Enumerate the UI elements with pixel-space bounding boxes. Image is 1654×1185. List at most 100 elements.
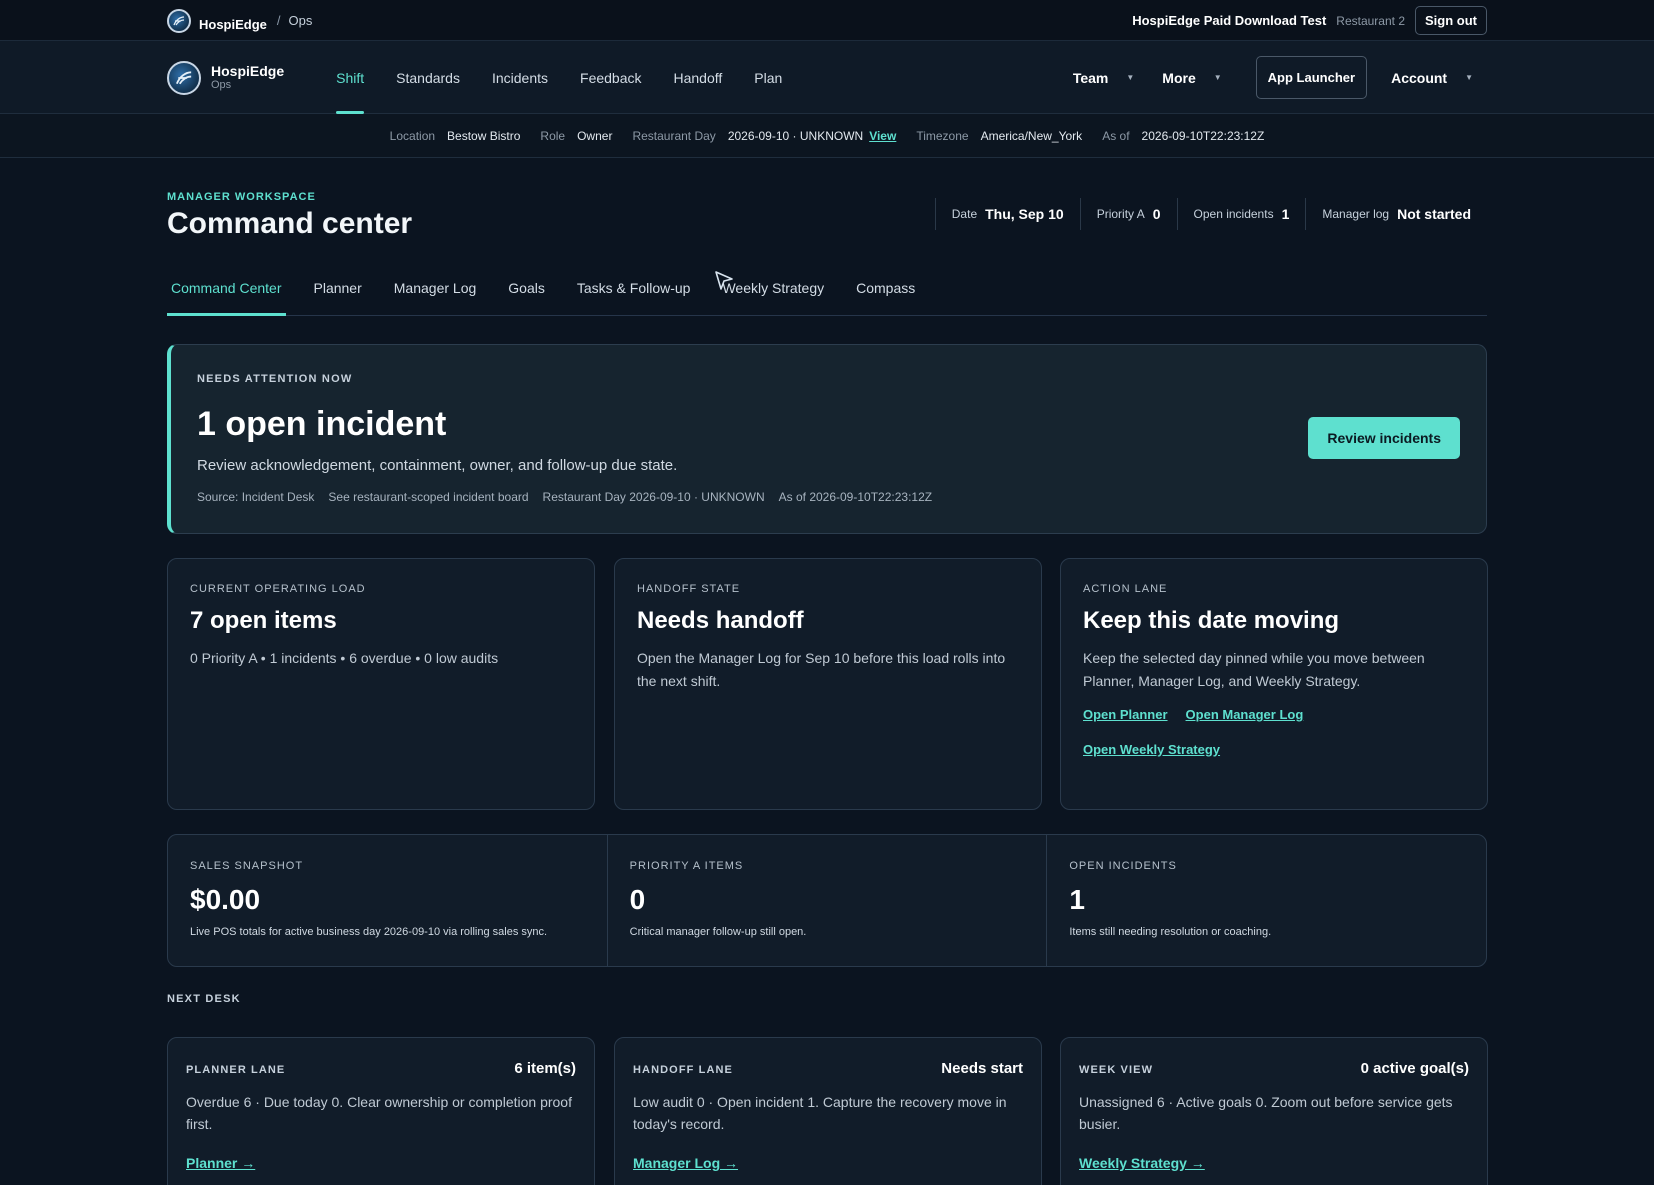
alert-meta: Source: Incident Desk See restaurant-sco… bbox=[197, 490, 932, 504]
priority-a-metric: PRIORITY A ITEMS 0 Critical manager foll… bbox=[608, 835, 1048, 966]
stat-incidents-value: 1 bbox=[1281, 206, 1290, 222]
operating-load-card: CURRENT OPERATING LOAD 7 open items 0 Pr… bbox=[167, 558, 595, 810]
load-title: 7 open items bbox=[190, 607, 337, 634]
handoff-lane-badge: Needs start bbox=[941, 1060, 1023, 1077]
alert-description: Review acknowledgement, containment, own… bbox=[197, 457, 678, 474]
chevron-down-icon: ▼ bbox=[1126, 73, 1135, 82]
open-weekly-strategy-link[interactable]: Open Weekly Strategy bbox=[1083, 742, 1220, 757]
restaurant-name: Restaurant 2 bbox=[1336, 13, 1405, 28]
brand-mini[interactable]: HospiEdge bbox=[167, 8, 267, 33]
context-day-value: 2026-09-10 · UNKNOWN bbox=[727, 128, 864, 143]
breadcrumb-ops[interactable]: Ops bbox=[289, 13, 313, 28]
nav-link-standards[interactable]: Standards bbox=[380, 41, 476, 114]
nav-link-incidents[interactable]: Incidents bbox=[476, 41, 564, 114]
chevron-down-icon: ▼ bbox=[1213, 73, 1222, 82]
context-location-label: Location bbox=[389, 128, 436, 143]
nav-link-handoff[interactable]: Handoff bbox=[658, 41, 739, 114]
alert-source: Source: Incident Desk bbox=[197, 490, 315, 504]
load-text: 0 Priority A • 1 incidents • 6 overdue •… bbox=[190, 650, 499, 666]
context-role-value: Owner bbox=[577, 128, 613, 143]
stat-priority-label: Priority A bbox=[1096, 207, 1145, 221]
stat-incidents-label: Open incidents bbox=[1193, 207, 1274, 221]
open-incidents-metric: OPEN INCIDENTS 1 Items still needing res… bbox=[1047, 835, 1486, 966]
alert-as-of: As of 2026-09-10T22:23:12Z bbox=[778, 490, 933, 504]
handoff-lane-link[interactable]: Manager Log → bbox=[633, 1155, 738, 1171]
more-dropdown[interactable]: More ▼ bbox=[1148, 70, 1235, 86]
tab-goals[interactable]: Goals bbox=[504, 268, 549, 315]
sales-snapshot-metric: SALES SNAPSHOT $0.00 Live POS totals for… bbox=[168, 835, 608, 966]
team-dropdown[interactable]: Team ▼ bbox=[1059, 70, 1148, 86]
priority-eyebrow: PRIORITY A ITEMS bbox=[629, 860, 744, 872]
handoff-lane-card: HANDOFF LANE Needs start Low audit 0 · Op… bbox=[614, 1037, 1042, 1185]
brand-subtitle: Ops bbox=[211, 79, 232, 91]
sales-value: $0.00 bbox=[190, 884, 261, 915]
week-view-link[interactable]: Weekly Strategy → bbox=[1079, 1155, 1205, 1171]
handoff-lane-eyebrow: HANDOFF LANE bbox=[633, 1064, 733, 1076]
context-role: Role Owner bbox=[540, 129, 612, 143]
stat-priority-a: Priority A 0 bbox=[1079, 198, 1177, 230]
brand-name: HospiEdge bbox=[211, 63, 285, 79]
main-nav: HospiEdge Ops Shift Standards Incidents … bbox=[0, 41, 1654, 114]
week-view-badge: 0 active goal(s) bbox=[1360, 1060, 1469, 1077]
context-tz-value: America/New_York bbox=[980, 128, 1083, 143]
account-label: Account bbox=[1391, 69, 1448, 86]
action-lane-card: ACTION LANE Keep this date moving Keep t… bbox=[1060, 558, 1488, 810]
tab-planner[interactable]: Planner bbox=[310, 268, 366, 315]
view-day-link[interactable]: View bbox=[869, 129, 896, 143]
context-tz-label: Timezone bbox=[916, 128, 969, 143]
hospiedge-logo-icon bbox=[167, 8, 191, 33]
breadcrumb-separator: / bbox=[276, 13, 281, 28]
nav-link-feedback[interactable]: Feedback bbox=[564, 41, 657, 114]
tab-tasks-follow-up[interactable]: Tasks & Follow-up bbox=[573, 268, 695, 315]
stat-log-value: Not started bbox=[1397, 206, 1471, 222]
header-stats: Date Thu, Sep 10 Priority A 0 Open inciden… bbox=[934, 198, 1487, 230]
context-role-label: Role bbox=[540, 128, 566, 143]
stat-manager-log: Manager log Not started bbox=[1305, 198, 1487, 230]
top-bar: HospiEdge / Ops HospiEdge Paid Download … bbox=[0, 0, 1654, 41]
sign-out-button[interactable]: Sign out bbox=[1415, 6, 1487, 35]
stat-open-incidents: Open incidents 1 bbox=[1176, 198, 1306, 230]
tab-command-center[interactable]: Command Center bbox=[167, 268, 286, 316]
stat-date-value: Thu, Sep 10 bbox=[985, 206, 1064, 222]
handoff-state-card: HANDOFF STATE Needs handoff Open the Man… bbox=[614, 558, 1042, 810]
handoff-text: Open the Manager Log for Sep 10 before t… bbox=[637, 650, 1006, 689]
stat-date: Date Thu, Sep 10 bbox=[934, 198, 1080, 230]
next-desk-label: NEXT DESK bbox=[167, 993, 241, 1005]
account-dropdown[interactable]: Account ▼ bbox=[1377, 70, 1487, 86]
alert-board-link[interactable]: See restaurant-scoped incident board bbox=[328, 490, 528, 504]
nav-link-plan[interactable]: Plan bbox=[738, 41, 798, 114]
workspace-header: MANAGER WORKSPACE Command center Date Thu… bbox=[167, 191, 1487, 251]
brand-mini-name: HospiEdge bbox=[199, 17, 267, 32]
priority-desc: Critical manager follow-up still open. bbox=[629, 926, 807, 938]
context-location-value: Bestow Bistro bbox=[447, 128, 521, 143]
planner-lane-badge: 6 item(s) bbox=[514, 1060, 576, 1077]
planner-lane-link[interactable]: Planner → bbox=[186, 1155, 255, 1171]
context-location: Location Bestow Bistro bbox=[390, 129, 521, 143]
week-view-card: WEEK VIEW 0 active goal(s) Unassigned 6 ·… bbox=[1060, 1037, 1488, 1185]
team-label: Team bbox=[1072, 69, 1109, 86]
tab-compass[interactable]: Compass bbox=[852, 268, 919, 315]
sales-eyebrow: SALES SNAPSHOT bbox=[190, 860, 304, 872]
stat-date-label: Date bbox=[951, 207, 978, 221]
brand[interactable]: HospiEdge Ops bbox=[167, 60, 285, 95]
needs-attention-card: NEEDS ATTENTION NOW 1 open incident Revi… bbox=[167, 344, 1487, 534]
handoff-lane-text: Low audit 0 · Open incident 1. Capture t… bbox=[633, 1094, 1007, 1132]
open-planner-link[interactable]: Open Planner bbox=[1083, 707, 1168, 722]
metrics-row: SALES SNAPSHOT $0.00 Live POS totals for… bbox=[167, 834, 1487, 967]
nav-link-shift[interactable]: Shift bbox=[320, 41, 380, 114]
more-label: More bbox=[1162, 69, 1196, 86]
planner-lane-eyebrow: PLANNER LANE bbox=[186, 1064, 286, 1076]
stat-log-label: Manager log bbox=[1322, 207, 1390, 221]
org-name: HospiEdge Paid Download Test bbox=[1132, 13, 1327, 28]
app-launcher-button[interactable]: App Launcher bbox=[1255, 56, 1368, 99]
incidents-eyebrow: OPEN INCIDENTS bbox=[1069, 860, 1177, 872]
handoff-eyebrow: HANDOFF STATE bbox=[637, 583, 741, 595]
incidents-desc: Items still needing resolution or coachi… bbox=[1069, 926, 1272, 938]
planner-lane-text: Overdue 6 · Due today 0. Clear ownership… bbox=[186, 1094, 572, 1132]
week-view-text: Unassigned 6 · Active goals 0. Zoom out … bbox=[1079, 1094, 1453, 1132]
context-timezone: Timezone America/New_York bbox=[916, 129, 1082, 143]
tab-manager-log[interactable]: Manager Log bbox=[390, 268, 481, 315]
open-manager-log-link[interactable]: Open Manager Log bbox=[1186, 707, 1304, 722]
context-asof-label: As of bbox=[1102, 128, 1130, 143]
review-incidents-button[interactable]: Review incidents bbox=[1308, 417, 1460, 459]
